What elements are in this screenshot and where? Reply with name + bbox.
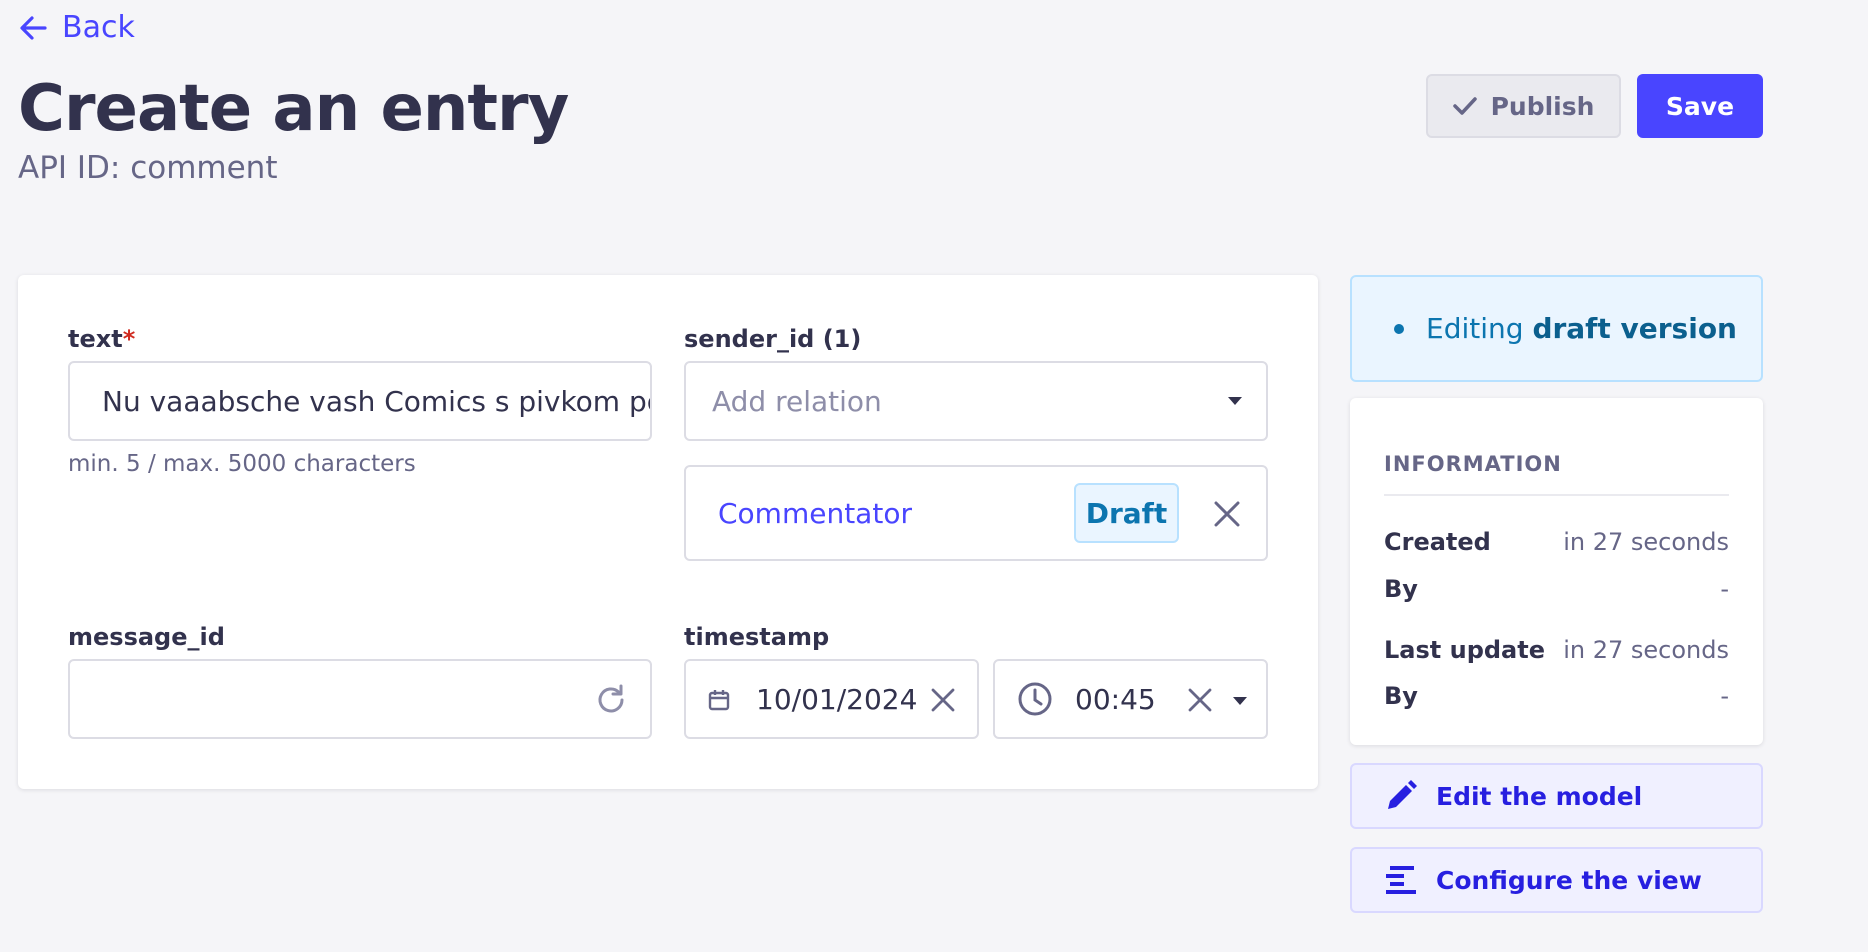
information-panel: INFORMATION Created in 27 seconds By - L… xyxy=(1350,398,1763,745)
time-input[interactable]: 00:45 xyxy=(993,659,1268,739)
sender-id-label: sender_id (1) xyxy=(684,325,862,353)
draft-emphasis: draft version xyxy=(1532,312,1737,345)
info-value: in 27 seconds xyxy=(1563,528,1729,556)
info-key: Created xyxy=(1384,528,1491,556)
relation-select[interactable]: Add relation xyxy=(684,361,1268,441)
date-value: 10/01/2024 xyxy=(756,683,918,716)
back-link[interactable]: Back xyxy=(18,10,135,45)
info-value: - xyxy=(1720,575,1729,603)
draft-prefix: Editing xyxy=(1426,312,1524,345)
clear-date-button[interactable] xyxy=(930,687,956,713)
relation-link[interactable]: Commentator xyxy=(718,497,912,530)
info-value: - xyxy=(1720,682,1729,710)
page-title: Create an entry xyxy=(18,72,569,146)
status-badge: Draft xyxy=(1074,483,1179,543)
close-icon xyxy=(1214,501,1240,527)
relation-placeholder: Add relation xyxy=(712,384,882,418)
remove-relation-button[interactable] xyxy=(1212,499,1242,529)
back-label: Back xyxy=(62,10,135,45)
info-key: By xyxy=(1384,682,1418,710)
time-value: 00:45 xyxy=(1075,683,1156,716)
info-key: Last update xyxy=(1384,636,1545,664)
text-input-value: Nu vaaabsche vash Comics s pivkom po xyxy=(102,384,652,418)
date-input[interactable]: 10/01/2024 xyxy=(684,659,979,739)
form-card: text* Nu vaaabsche vash Comics s pivkom … xyxy=(18,275,1318,789)
edit-model-label: Edit the model xyxy=(1436,781,1643,811)
draft-notice: Editing draft version xyxy=(1350,275,1763,382)
relation-item: Commentator Draft xyxy=(684,465,1268,561)
configure-view-button[interactable]: Configure the view xyxy=(1350,847,1763,913)
message-id-label: message_id xyxy=(68,623,225,651)
caret-down-icon[interactable] xyxy=(1233,697,1247,705)
publish-button[interactable]: Publish xyxy=(1426,74,1621,138)
clear-time-button[interactable] xyxy=(1187,687,1213,713)
refresh-icon[interactable] xyxy=(594,683,628,717)
divider xyxy=(1384,494,1729,496)
close-icon xyxy=(931,688,955,712)
text-field-label: text* xyxy=(68,325,135,353)
info-row: By - xyxy=(1384,575,1729,603)
text-label: text xyxy=(68,325,123,353)
page-subtitle: API ID: comment xyxy=(18,150,278,186)
text-hint: min. 5 / max. 5000 characters xyxy=(68,451,416,477)
pencil-icon xyxy=(1384,779,1418,813)
publish-label: Publish xyxy=(1490,91,1595,121)
info-row: By - xyxy=(1384,682,1729,710)
configure-view-label: Configure the view xyxy=(1436,865,1702,895)
message-id-input[interactable] xyxy=(68,659,652,739)
info-key: By xyxy=(1384,575,1418,603)
draft-notice-text: Editing draft version xyxy=(1426,312,1737,345)
calendar-icon xyxy=(708,689,730,711)
required-mark: * xyxy=(122,325,136,353)
information-title: INFORMATION xyxy=(1384,452,1562,476)
bullet-icon xyxy=(1394,323,1404,334)
text-input[interactable]: Nu vaaabsche vash Comics s pivkom po xyxy=(68,361,652,441)
info-row: Created in 27 seconds xyxy=(1384,528,1729,556)
arrow-left-icon xyxy=(18,13,48,43)
edit-model-button[interactable]: Edit the model xyxy=(1350,763,1763,829)
close-icon xyxy=(1188,688,1212,712)
timestamp-label: timestamp xyxy=(684,623,830,651)
clock-icon xyxy=(1017,681,1053,717)
info-value: in 27 seconds xyxy=(1563,636,1729,664)
check-icon xyxy=(1452,96,1477,116)
list-settings-icon xyxy=(1384,863,1418,897)
save-button[interactable]: Save xyxy=(1637,74,1763,138)
caret-down-icon xyxy=(1228,397,1242,405)
info-row: Last update in 27 seconds xyxy=(1384,636,1729,664)
